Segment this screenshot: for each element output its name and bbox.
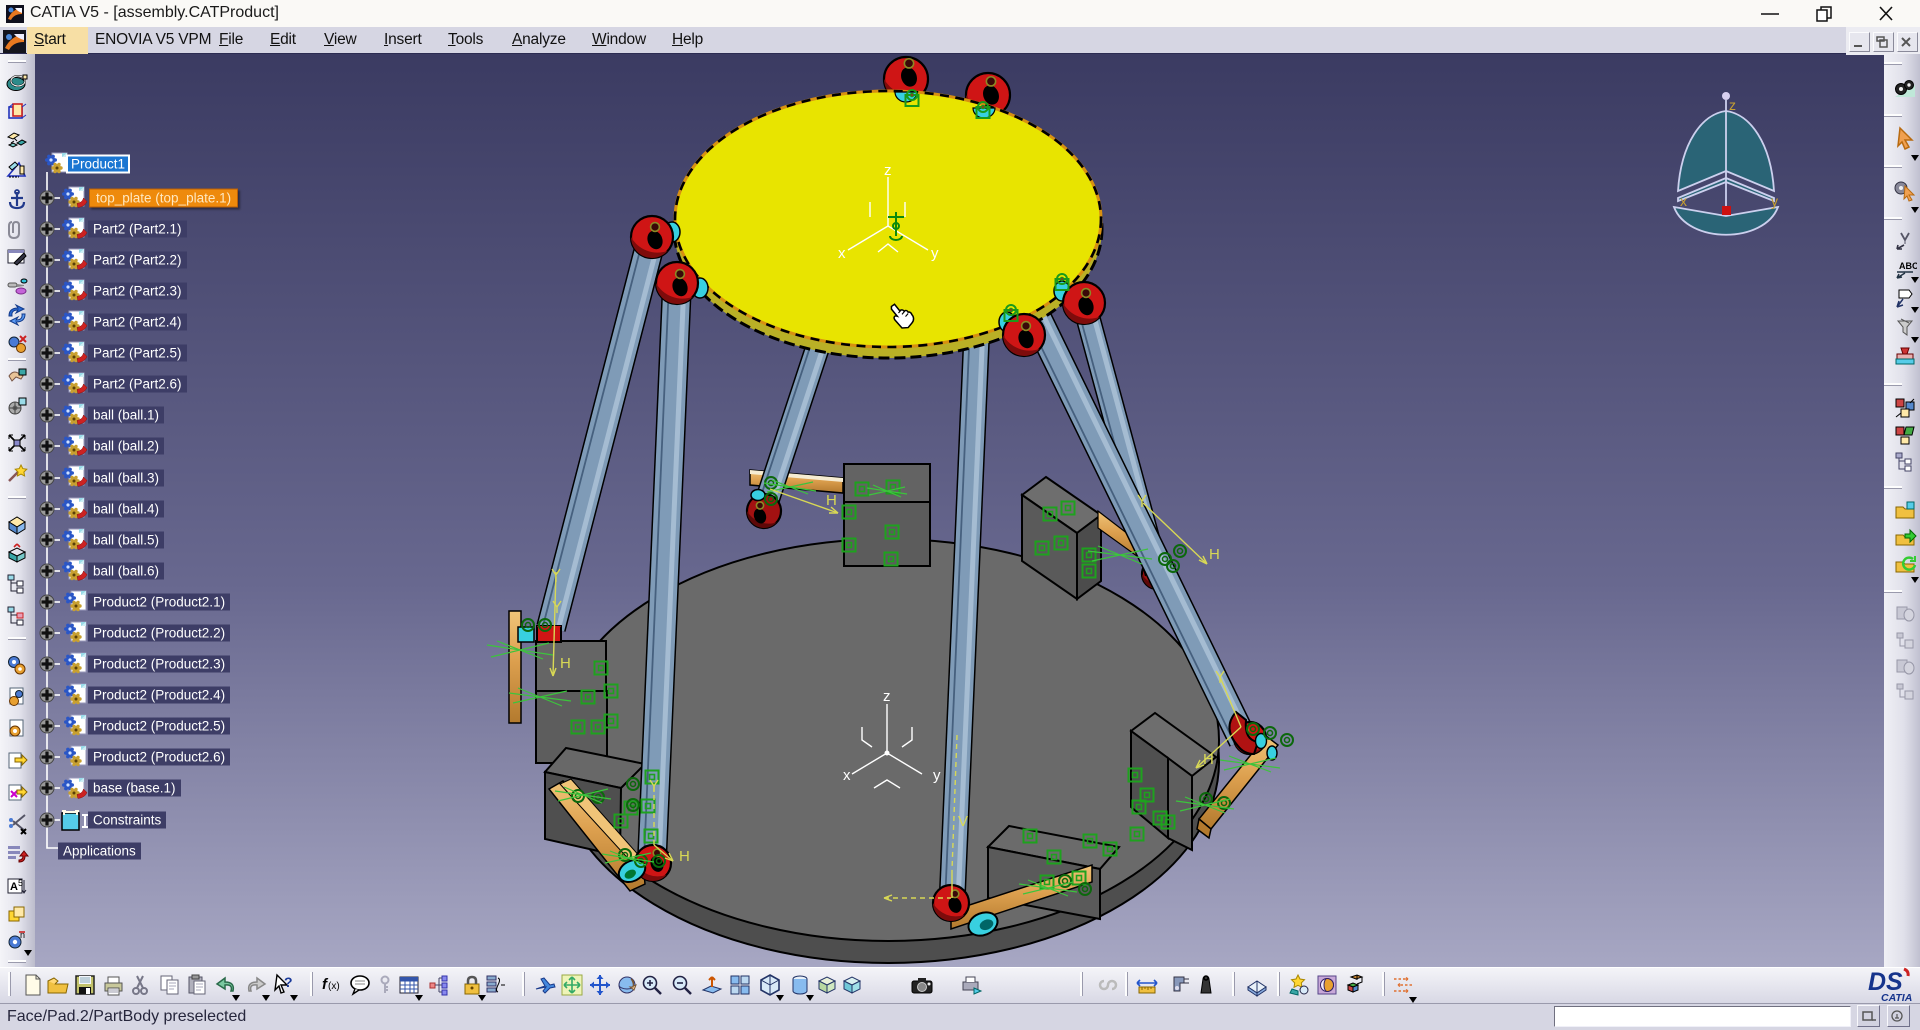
svg-text:CATIA: CATIA: [1881, 992, 1912, 1003]
svg-text:x: x: [838, 245, 846, 262]
svg-text:H: H: [679, 848, 690, 865]
svg-text:H: H: [826, 492, 837, 509]
svg-text:ABC: ABC: [1899, 261, 1917, 271]
svg-text:5: 5: [18, 878, 23, 888]
svg-text:V: V: [958, 813, 968, 830]
svg-text:H: H: [560, 655, 571, 672]
svg-text:z: z: [1729, 97, 1736, 113]
svg-text:y: y: [933, 767, 941, 784]
svg-text:z: z: [883, 688, 891, 705]
svg-text:x: x: [1680, 193, 1687, 209]
svg-text:y: y: [931, 245, 939, 262]
svg-text:z: z: [884, 162, 892, 179]
svg-text:(x): (x): [328, 981, 340, 992]
svg-text:?: ?: [284, 974, 293, 990]
svg-text:x: x: [843, 767, 851, 784]
svg-text:H: H: [1203, 751, 1214, 768]
svg-text:A: A: [10, 881, 18, 893]
svg-text:H: H: [1209, 546, 1220, 563]
svg-text:y: y: [1771, 193, 1778, 209]
